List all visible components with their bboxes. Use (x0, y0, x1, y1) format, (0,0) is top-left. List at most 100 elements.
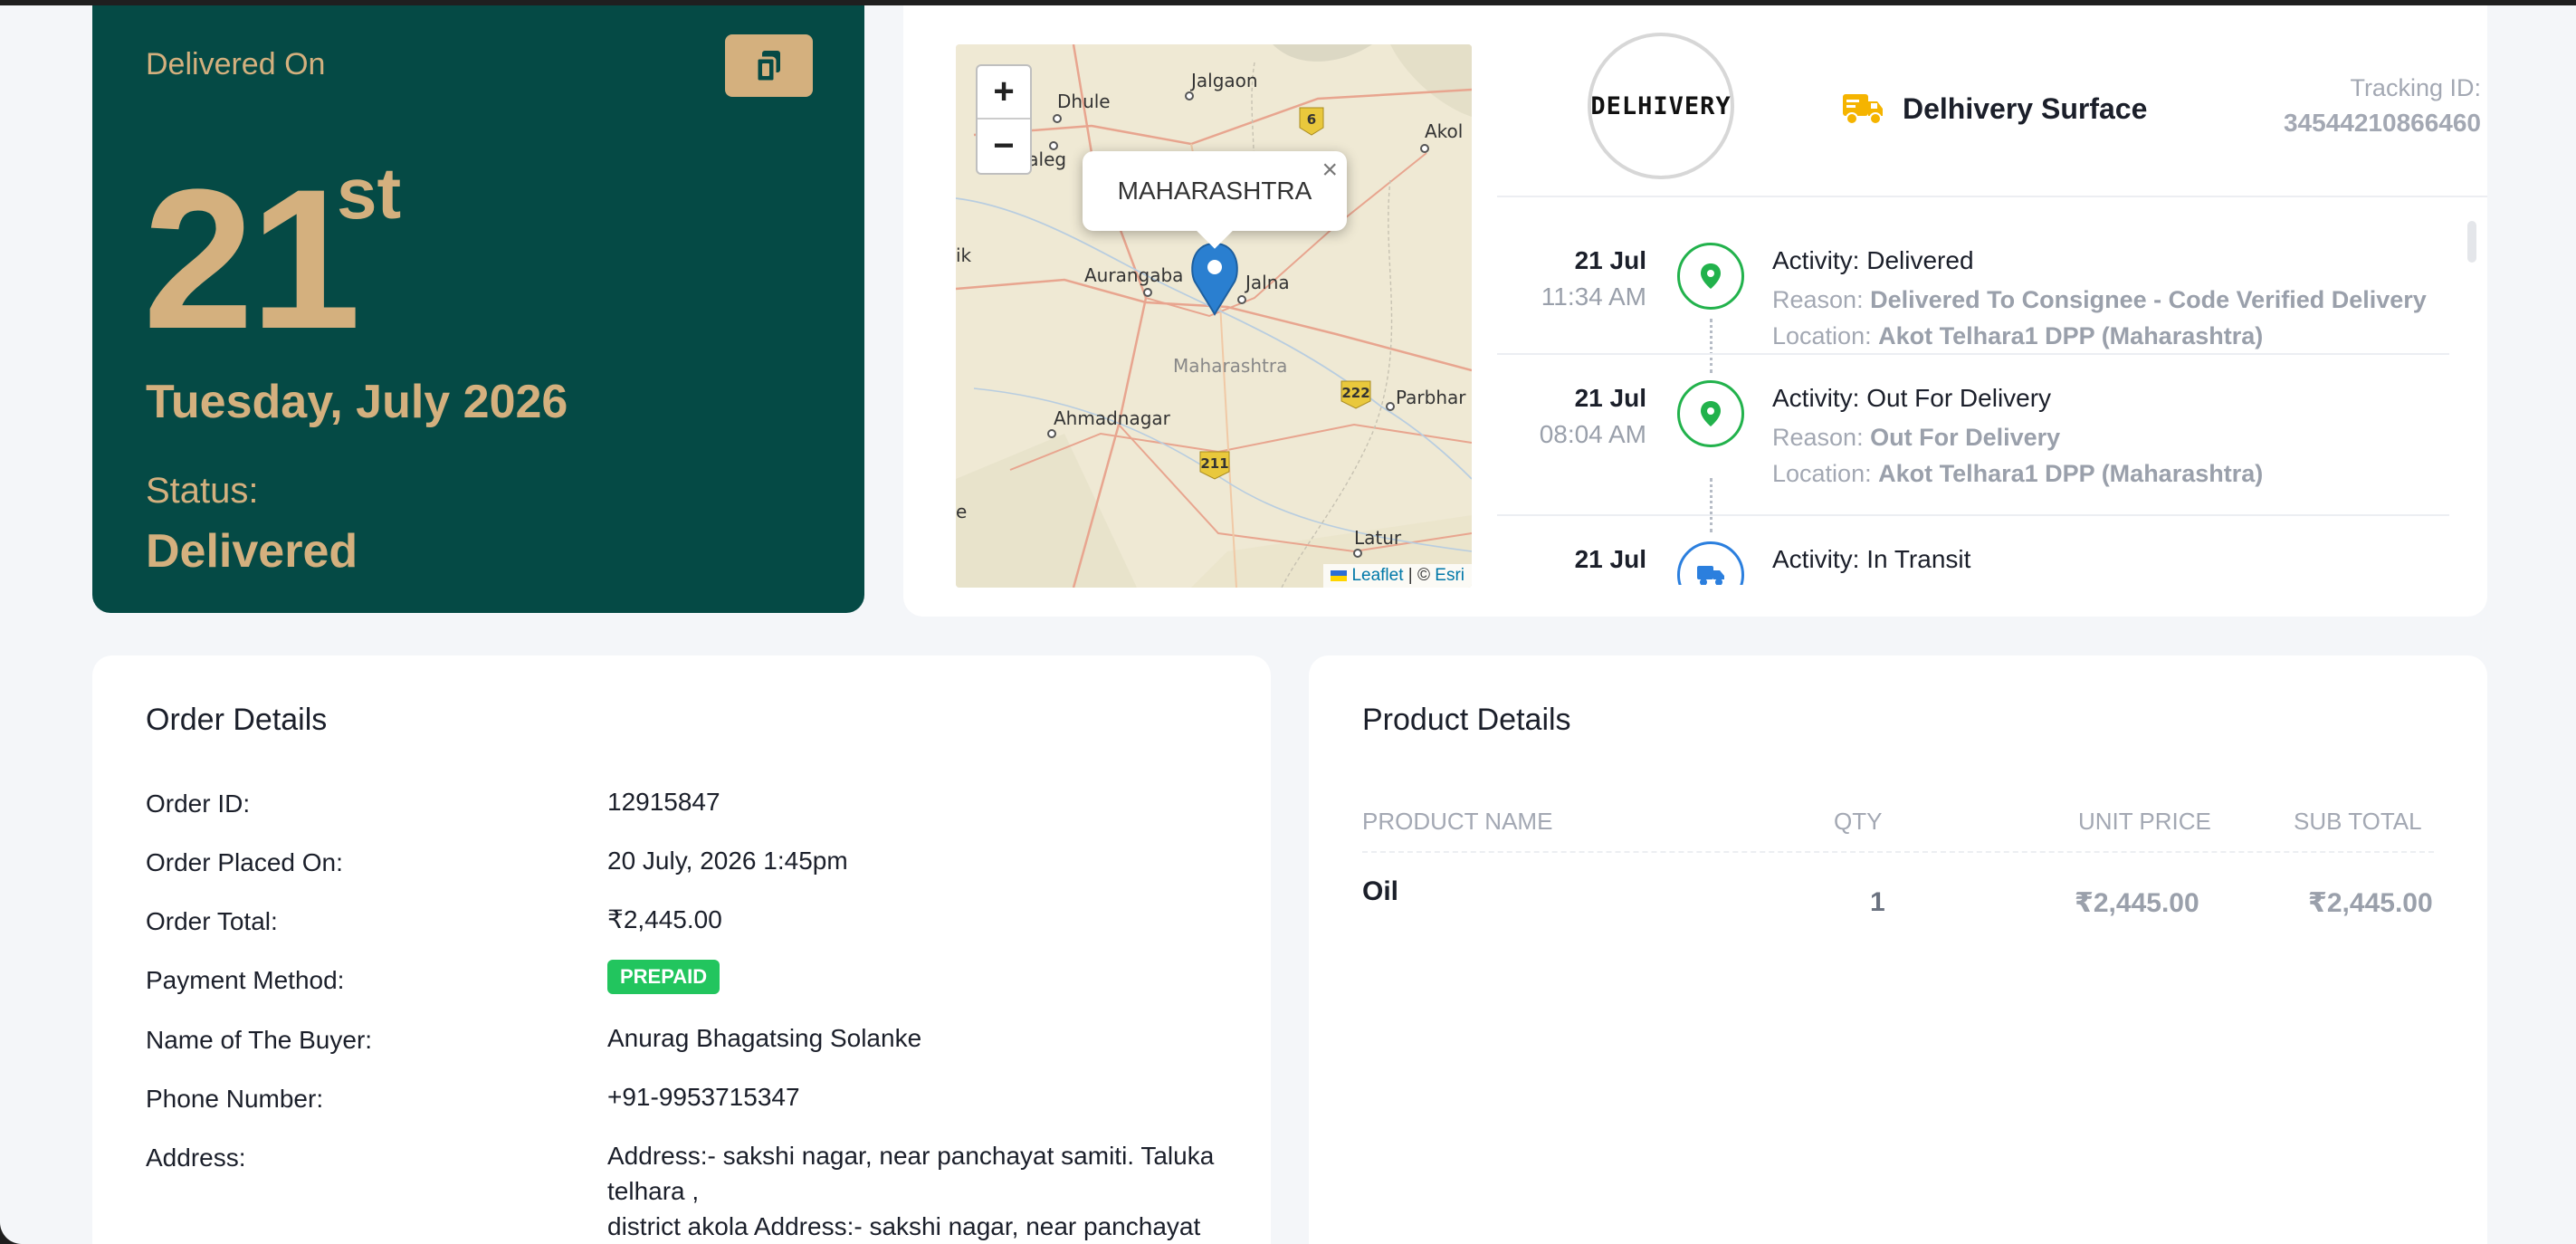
attribution-separator: | © (1407, 566, 1430, 585)
order-placed-value: 20 July, 2026 1:45pm (607, 847, 848, 875)
status-label: Status: (146, 471, 259, 511)
copy-icon (755, 50, 780, 82)
product-name-cell: Oil (1362, 876, 1399, 906)
zoom-control: + − (976, 64, 1032, 175)
activity-item: 21 Jul Activity: In Transit (1497, 540, 2449, 585)
activity-time: 11:34 AM (1541, 282, 1646, 311)
map-label-nashik: ik (956, 244, 972, 266)
product-qty-cell: 1 (1870, 887, 1885, 917)
order-id-label: Order ID: (146, 789, 251, 818)
order-total-label: Order Total: (146, 907, 278, 935)
activity-item: 21 Jul 08:04 AM Activity: Out For Delive… (1497, 378, 2449, 532)
map-label-latur: Latur (1354, 527, 1402, 549)
highway-shield-6: 6 (1307, 111, 1316, 128)
activity-date: 21 Jul (1574, 384, 1646, 412)
copy-button[interactable] (725, 34, 813, 97)
ukraine-flag-icon (1331, 569, 1348, 581)
map-label-aurangabad: Aurangaba (1084, 264, 1183, 286)
popup-close-button[interactable]: × (1321, 155, 1338, 186)
buyer-name-value: Anurag Bhagatsing Solanke (607, 1024, 922, 1052)
product-details-card: Product Details PRODUCT NAME QTY UNIT PR… (1309, 655, 2487, 1244)
payment-method-badge: PREPAID (607, 960, 720, 994)
location-value: Akot Telhara1 DPP (Maharashtra) (1878, 460, 2264, 487)
map-label-ahmadnagar: Ahmadnagar (1054, 407, 1171, 429)
location-value: Akot Telhara1 DPP (Maharashtra) (1878, 322, 2264, 349)
location-label: Location: (1772, 322, 1872, 349)
table-header-divider (1362, 851, 2434, 853)
reason-label: Reason: (1772, 286, 1864, 313)
activity-title: Activity: Out For Delivery (1772, 384, 2052, 412)
map-popup-text: MAHARASHTRA (1117, 177, 1312, 205)
tracking-card: Dhule Jalgaon Akol Aurangaba Jalna Mahar… (903, 5, 2487, 617)
activity-item: 21 Jul 11:34 AM Activity: Delivered Reas… (1497, 241, 2449, 373)
zoom-in-button[interactable]: + (978, 66, 1030, 120)
activity-title: Activity: Delivered (1772, 246, 1974, 274)
activity-time: 08:04 AM (1539, 420, 1646, 448)
column-product-name: PRODUCT NAME (1362, 808, 1553, 835)
address-value: Address:- sakshi nagar, near panchayat s… (607, 1138, 1241, 1244)
location-label: Location: (1772, 460, 1872, 487)
map-attribution: Leaflet | © Esri (1323, 564, 1472, 588)
order-id-value: 12915847 (607, 788, 720, 816)
map-label-maharashtra: Maharashtra (1173, 355, 1287, 377)
map-popup: MAHARASHTRA × (1083, 151, 1347, 231)
page: Delivered On 21 st Tuesday, July 2026 St… (0, 5, 2576, 1244)
payment-method-label: Payment Method: (146, 966, 345, 994)
product-details-title: Product Details (1362, 703, 1571, 737)
carrier-logo: DELHIVERY (1588, 33, 1734, 179)
order-placed-label: Order Placed On: (146, 848, 343, 876)
leaflet-link[interactable]: Leaflet (1351, 566, 1403, 585)
zoom-out-button[interactable]: − (978, 120, 1030, 173)
activity-divider (1497, 353, 2449, 355)
map-label-dhule: Dhule (1057, 91, 1111, 112)
map-tiles[interactable]: Dhule Jalgaon Akol Aurangaba Jalna Mahar… (956, 44, 1472, 588)
column-qty: QTY (1834, 808, 1883, 835)
carrier-logo-text: DELHIVERY (1590, 91, 1732, 120)
activity-location: Location: Akot Telhara1 DPP (Maharashtra… (1772, 322, 2263, 350)
esri-link[interactable]: Esri (1435, 566, 1465, 585)
tracking-id-label: Tracking ID: (2350, 74, 2481, 101)
map-label-akol: Akol (1425, 120, 1463, 142)
highway-shield-222: 222 (1341, 385, 1369, 401)
activity-date: 21 Jul (1574, 246, 1646, 274)
activity-title: Activity: In Transit (1772, 545, 1971, 573)
address-label: Address: (146, 1144, 246, 1172)
phone-number-value: +91-9953715347 (607, 1083, 800, 1111)
delivery-day: 21 (143, 148, 361, 370)
activity-divider (1497, 514, 2449, 516)
map-label-parbhani: Parbhar (1396, 387, 1466, 408)
timeline-connector (1710, 319, 1713, 373)
activity-reason: Reason: Out For Delivery (1772, 424, 2060, 452)
map[interactable]: Dhule Jalgaon Akol Aurangaba Jalna Mahar… (956, 44, 1472, 588)
column-unit-price: UNIT PRICE (2078, 808, 2211, 835)
reason-label: Reason: (1772, 424, 1864, 451)
buyer-name-label: Name of The Buyer: (146, 1026, 373, 1054)
reason-value: Delivered To Consignee - Code Verified D… (1870, 286, 2427, 313)
map-label-jalna: Jalna (1244, 272, 1290, 293)
order-total-value: ₹2,445.00 (607, 905, 722, 933)
delivery-full-date: Tuesday, July 2026 (146, 376, 568, 428)
product-sub-total-cell: ₹2,445.00 (2308, 888, 2433, 918)
delivered-on-label: Delivered On (146, 47, 326, 81)
timeline-connector (1710, 478, 1713, 532)
activity-scrollbar[interactable] (2467, 221, 2476, 263)
address-line-2: district akola Address:- sakshi nagar, n… (607, 1212, 1201, 1240)
status-value: Delivered (146, 525, 358, 578)
location-pin-icon (1677, 380, 1744, 447)
delivery-day-suffix: st (337, 153, 402, 234)
phone-number-label: Phone Number: (146, 1085, 324, 1113)
delivery-summary-card: Delivered On 21 st Tuesday, July 2026 St… (92, 5, 864, 613)
column-sub-total: SUB TOTAL (2294, 808, 2422, 835)
address-line-1: Address:- sakshi nagar, near panchayat s… (607, 1142, 1215, 1205)
highway-shield-211: 211 (1200, 455, 1228, 472)
carrier-name-row: Delhivery Surface (1841, 91, 2147, 127)
map-label-jalgaon: Jalgaon (1189, 70, 1258, 91)
carrier-name: Delhivery Surface (1903, 91, 2148, 125)
truck-icon (1677, 541, 1744, 585)
tracking-id-value[interactable]: 34544210866460 (2284, 109, 2481, 138)
reason-value: Out For Delivery (1870, 424, 2061, 451)
delivery-truck-icon (1843, 94, 1883, 125)
header-divider (1497, 196, 2487, 197)
activity-location: Location: Akot Telhara1 DPP (Maharashtra… (1772, 460, 2263, 488)
order-details-card: Order Details Order ID: 12915847 Order P… (92, 655, 1271, 1244)
